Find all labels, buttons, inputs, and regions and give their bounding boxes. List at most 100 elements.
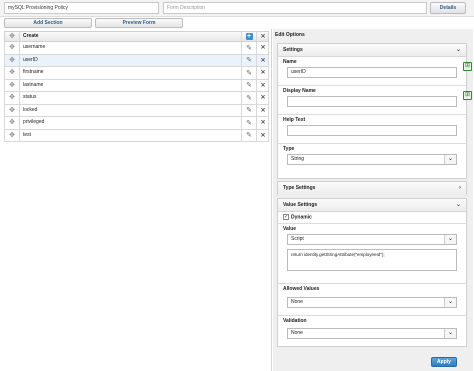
name-field[interactable]: userID	[287, 67, 457, 78]
dynamic-checkbox[interactable]: ✓	[283, 214, 289, 220]
settings-header[interactable]: Settings ⌄	[278, 44, 466, 57]
name-label: Name	[283, 59, 297, 65]
expand-icon[interactable]: ⊞	[463, 91, 472, 100]
drag-handle-icon[interactable]: ✥	[5, 117, 19, 129]
add-field-icon[interactable]: +	[241, 32, 256, 41]
value-label: Value	[283, 226, 297, 232]
field-name: firstname	[19, 67, 241, 79]
value-settings-header[interactable]: Value Settings ⌄	[278, 199, 466, 212]
form-name-input[interactable]: mySQL Provisioning Policy	[4, 2, 159, 14]
drag-handle-icon[interactable]: ✥	[5, 42, 19, 54]
field-name: status	[19, 92, 241, 104]
edit-pencil-icon[interactable]: ✎	[241, 104, 256, 116]
delete-icon[interactable]: ✕	[256, 67, 269, 79]
section-title: Create	[19, 32, 241, 41]
type-settings-header[interactable]: Type Settings ›	[278, 182, 466, 195]
table-row[interactable]: ✥ username ✎ ✕	[4, 42, 269, 55]
chevron-down-icon: ⌄	[444, 155, 456, 164]
delete-icon[interactable]: ✕	[256, 79, 269, 91]
type-select[interactable]: String ⌄	[287, 154, 457, 165]
grid-header: ✥ Create + ✕	[4, 31, 269, 42]
allowed-values-label: Allowed Values	[283, 286, 320, 292]
apply-button[interactable]: Apply	[431, 357, 457, 367]
validation-section: Validation None ⌄	[278, 316, 466, 346]
edit-pencil-icon[interactable]: ✎	[241, 92, 256, 104]
help-text-label: Help Text	[283, 117, 306, 123]
panel-divider	[271, 29, 272, 371]
delete-icon[interactable]: ✕	[256, 117, 269, 129]
edit-pencil-icon[interactable]: ✎	[241, 117, 256, 129]
validation-select[interactable]: None ⌄	[287, 328, 457, 339]
chevron-down-icon: ⌄	[455, 47, 461, 53]
chevron-down-icon: ⌄	[444, 329, 456, 338]
value-type-select[interactable]: Script ⌄	[287, 234, 457, 245]
details-button[interactable]: Details	[430, 2, 466, 14]
chevron-down-icon: ⌄	[444, 298, 456, 307]
table-row[interactable]: ✥ locked ✎ ✕	[4, 104, 269, 117]
allowed-values-select[interactable]: None ⌄	[287, 297, 457, 308]
table-row[interactable]: ✥ lastname ✎ ✕	[4, 79, 269, 92]
table-row[interactable]: ✥ firstname ✎ ✕	[4, 67, 269, 80]
delete-icon[interactable]: ✕	[256, 42, 269, 54]
dynamic-section: ✓ Dynamic	[278, 212, 466, 224]
edit-pencil-icon[interactable]: ✎	[241, 54, 256, 66]
type-settings-title: Type Settings	[283, 185, 316, 191]
preview-form-button[interactable]: Preview Form	[95, 18, 183, 28]
delete-section-icon[interactable]: ✕	[256, 32, 269, 41]
table-row[interactable]: ✥ privileged ✎ ✕	[4, 117, 269, 130]
chevron-down-icon: ⌄	[444, 235, 456, 244]
field-name: locked	[19, 104, 241, 116]
script-textarea[interactable]: return identity.getStringAttribute("empl…	[287, 249, 457, 271]
display-name-label: Display Name	[283, 88, 316, 94]
field-name: userID	[19, 54, 241, 66]
add-section-button[interactable]: Add Section	[4, 18, 92, 28]
name-section: Name userID ⊞	[278, 57, 472, 86]
display-name-field[interactable]	[287, 96, 457, 107]
field-name: privileged	[19, 117, 241, 129]
drag-handle-icon[interactable]: ✥	[5, 130, 19, 142]
value-settings-title: Value Settings	[283, 202, 318, 208]
field-name: username	[19, 42, 241, 54]
drag-handle-icon[interactable]: ✥	[5, 55, 19, 67]
form-description-input[interactable]: Form Description	[163, 2, 427, 14]
value-type-select-value: Script	[291, 236, 304, 242]
validation-label: Validation	[283, 318, 307, 324]
delete-icon[interactable]: ✕	[256, 92, 269, 104]
edit-pencil-icon[interactable]: ✎	[241, 42, 256, 54]
display-name-section: Display Name ⊞	[278, 86, 472, 115]
edit-pencil-icon[interactable]: ✎	[241, 79, 256, 91]
type-section: Type String ⌄	[278, 144, 466, 178]
allowed-values-select-value: None	[291, 299, 303, 305]
expand-icon[interactable]: ⊞	[463, 62, 472, 71]
table-row[interactable]: ✥ status ✎ ✕	[4, 92, 269, 105]
chevron-right-icon: ›	[459, 185, 461, 191]
settings-title: Settings	[283, 47, 303, 53]
table-row[interactable]: ✥ userID ✎ ✕	[4, 54, 269, 67]
delete-icon[interactable]: ✕	[256, 129, 269, 141]
type-select-value: String	[291, 156, 305, 162]
table-row[interactable]: ✥ test ✎ ✕	[4, 129, 269, 142]
edit-options-panel: Edit Options Settings ⌄ Name userID ⊞ Di…	[273, 29, 473, 371]
form-header-bar: mySQL Provisioning Policy Form Descripti…	[0, 0, 474, 17]
edit-pencil-icon[interactable]: ✎	[241, 129, 256, 141]
field-name: test	[19, 129, 241, 141]
help-text-field[interactable]	[287, 125, 457, 136]
form-fields-grid: ✥ Create + ✕ ✥ username ✎ ✕ ✥ userID ✎ ✕ ✥ firstn…	[4, 31, 269, 142]
value-settings-panel: Value Settings ⌄ ✓ Dynamic Value Script ⌄…	[277, 198, 467, 347]
delete-icon[interactable]: ✕	[256, 54, 269, 66]
validation-select-value: None	[291, 330, 303, 336]
allowed-values-section: Allowed Values None ⌄	[278, 284, 466, 316]
drag-handle-icon[interactable]: ✥	[5, 105, 19, 117]
type-label: Type	[283, 146, 295, 152]
field-name: lastname	[19, 79, 241, 91]
drag-handle-icon[interactable]: ✥	[5, 80, 19, 92]
type-settings-panel: Type Settings ›	[277, 181, 467, 195]
help-text-section: Help Text	[278, 115, 466, 144]
drag-handle-icon[interactable]: ✥	[5, 92, 19, 104]
move-section-icon[interactable]: ✥	[5, 32, 19, 41]
edit-pencil-icon[interactable]: ✎	[241, 67, 256, 79]
dynamic-label: Dynamic	[291, 214, 312, 221]
delete-icon[interactable]: ✕	[256, 104, 269, 116]
drag-handle-icon[interactable]: ✥	[5, 67, 19, 79]
edit-options-title: Edit Options	[275, 32, 305, 38]
